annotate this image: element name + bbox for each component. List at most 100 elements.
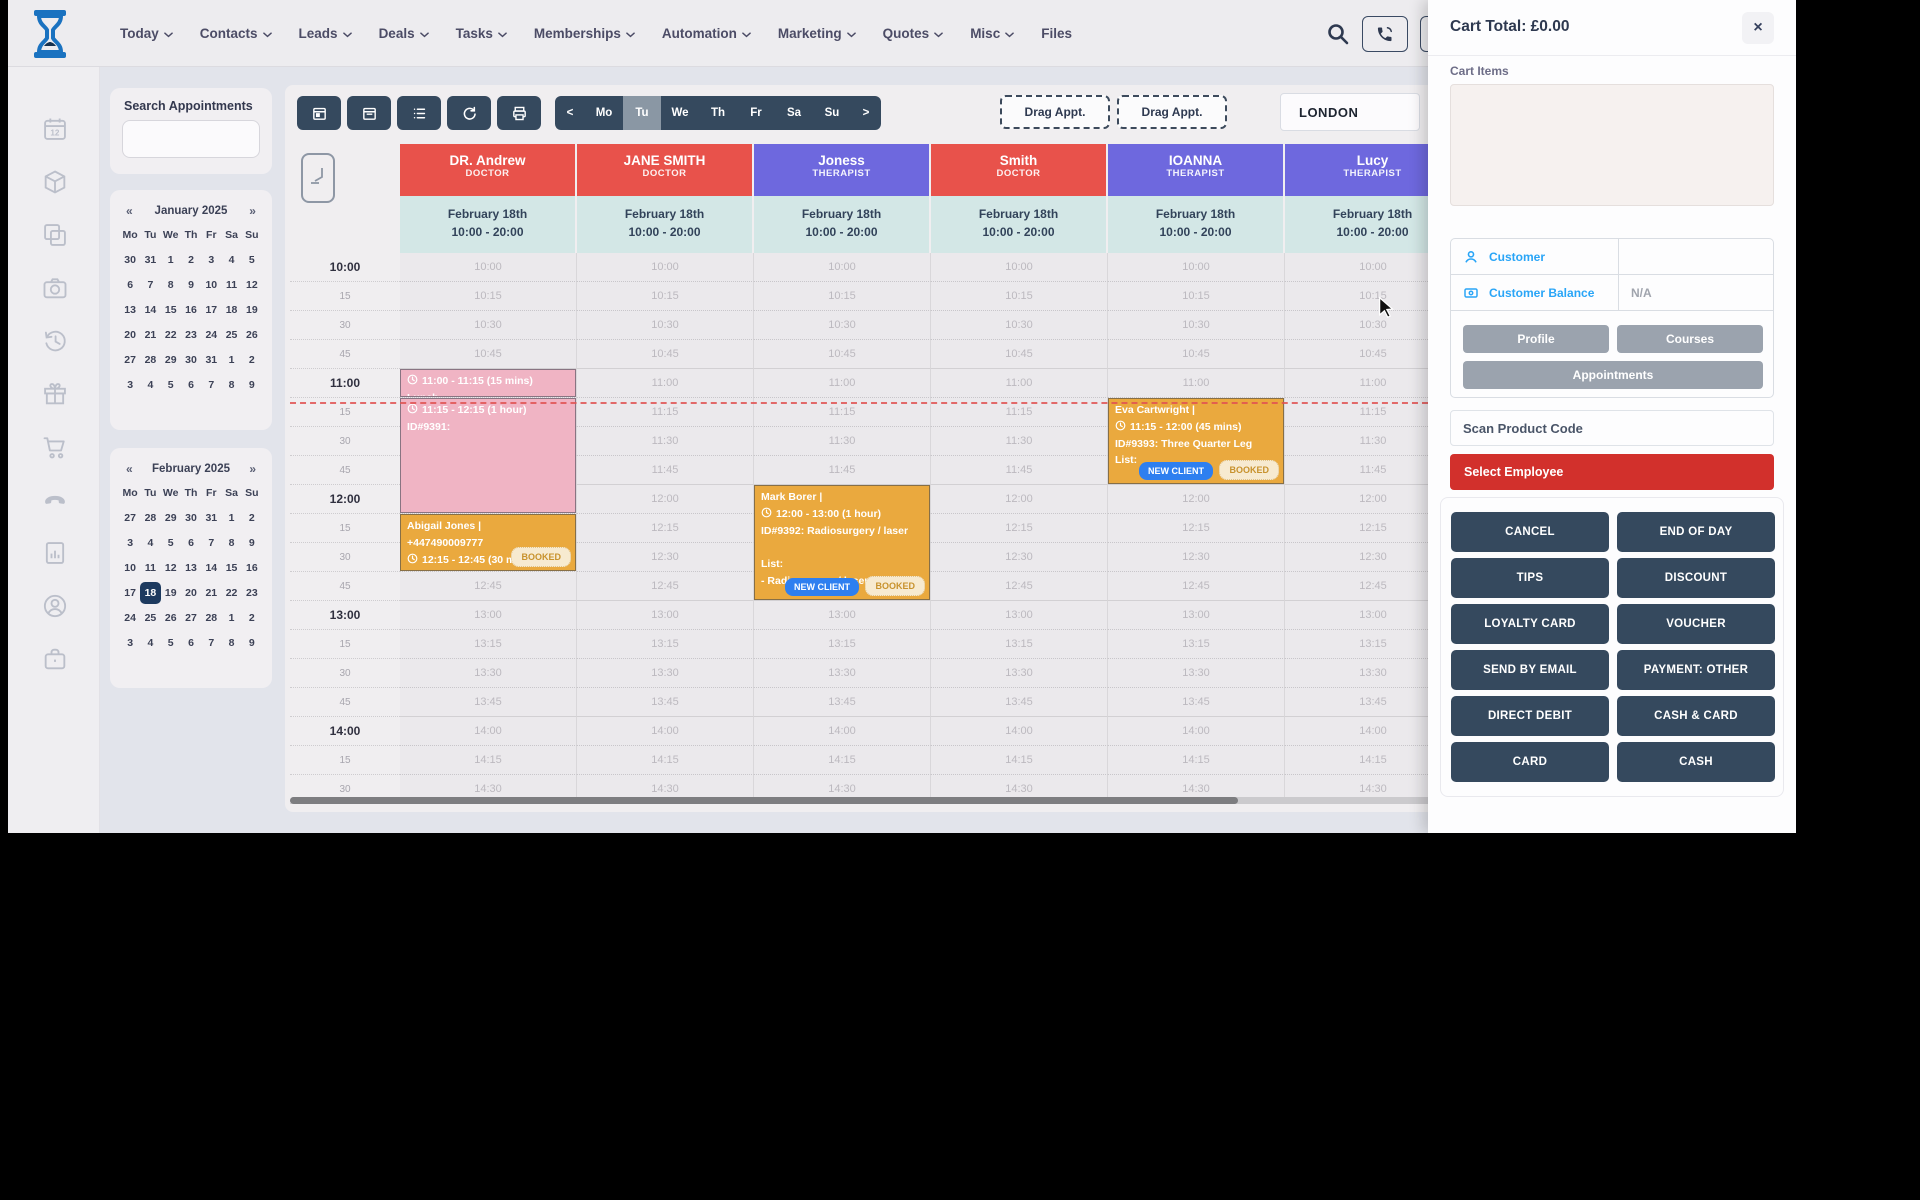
slot-smith-12-00[interactable]: 12:00 <box>931 485 1108 514</box>
calendar-day-3[interactable]: 3 <box>201 249 221 271</box>
slot-ioanna-13-00[interactable]: 13:00 <box>1108 601 1285 630</box>
calendar-day-3[interactable]: 3 <box>120 632 140 654</box>
slot-smith-11-45[interactable]: 11:45 <box>931 456 1108 485</box>
phone-call-button[interactable] <box>1362 16 1408 52</box>
next-month-icon[interactable]: » <box>249 462 256 476</box>
calendar-day-11[interactable]: 11 <box>221 274 241 296</box>
nav-item-contacts[interactable]: Contacts <box>200 26 272 41</box>
slot-lucy-10-30[interactable]: 10:30 <box>1285 311 1445 340</box>
calendar-day-15[interactable]: 15 <box>161 299 181 321</box>
sidebar-calendar-date-icon[interactable]: 12 <box>41 115 69 143</box>
calendar-day-12[interactable]: 12 <box>242 274 262 296</box>
calendar-day-28[interactable]: 28 <box>140 349 160 371</box>
calendar-day-7[interactable]: 7 <box>140 274 160 296</box>
calendar-day-20[interactable]: 20 <box>120 324 140 346</box>
calendar-day-17[interactable]: 17 <box>120 582 140 604</box>
slot-smith-10-00[interactable]: 10:00 <box>931 253 1108 282</box>
slot-jane-smith-10-00[interactable]: 10:00 <box>577 253 754 282</box>
slot-joness-14-15[interactable]: 14:15 <box>754 746 931 775</box>
slot-dr-andrew-13-30[interactable]: 13:30 <box>400 659 577 688</box>
appointment-4[interactable]: Mark Borer |12:00 - 13:00 (1 hour)ID#939… <box>754 485 930 600</box>
slot-jane-smith-12-15[interactable]: 12:15 <box>577 514 754 543</box>
nav-item-leads[interactable]: Leads <box>299 26 352 41</box>
slot-joness-10-30[interactable]: 10:30 <box>754 311 931 340</box>
slot-jane-smith-13-00[interactable]: 13:00 <box>577 601 754 630</box>
slot-smith-12-15[interactable]: 12:15 <box>931 514 1108 543</box>
slot-joness-13-30[interactable]: 13:30 <box>754 659 931 688</box>
sidebar-cart-icon[interactable] <box>41 433 69 461</box>
slot-ioanna-10-00[interactable]: 10:00 <box>1108 253 1285 282</box>
calendar-day-21[interactable]: 21 <box>201 582 221 604</box>
staff-column-lucy[interactable]: LucyTHERAPIST <box>1285 144 1445 196</box>
nav-item-quotes[interactable]: Quotes <box>883 26 944 41</box>
slot-jane-smith-14-00[interactable]: 14:00 <box>577 717 754 746</box>
slot-lucy-13-00[interactable]: 13:00 <box>1285 601 1445 630</box>
slot-dr-andrew-10-15[interactable]: 10:15 <box>400 282 577 311</box>
slot-smith-12-30[interactable]: 12:30 <box>931 543 1108 572</box>
sidebar-briefcase-icon[interactable] <box>41 645 69 673</box>
slot-ioanna-10-30[interactable]: 10:30 <box>1108 311 1285 340</box>
nav-item-marketing[interactable]: Marketing <box>778 26 856 41</box>
calendar-day-8[interactable]: 8 <box>161 274 181 296</box>
calendar-day-31[interactable]: 31 <box>201 507 221 529</box>
calendar-day-27[interactable]: 27 <box>120 349 140 371</box>
slot-joness-14-00[interactable]: 14:00 <box>754 717 931 746</box>
sidebar-handset2-icon[interactable] <box>41 486 69 514</box>
day-nav-mo[interactable]: Mo <box>585 96 623 130</box>
calendar-day-24[interactable]: 24 <box>120 607 140 629</box>
calendar-day-7[interactable]: 7 <box>201 374 221 396</box>
payment-button-loyalty-card[interactable]: LOYALTY CARD <box>1451 604 1609 644</box>
calendar-day-12[interactable]: 12 <box>161 557 181 579</box>
slot-dr-andrew-13-15[interactable]: 13:15 <box>400 630 577 659</box>
calendar-day-9[interactable]: 9 <box>242 532 262 554</box>
sidebar-package-icon[interactable] <box>41 168 69 196</box>
courses-button[interactable]: Courses <box>1617 325 1763 353</box>
slot-dr-andrew-10-30[interactable]: 10:30 <box>400 311 577 340</box>
calendar-day-28[interactable]: 28 <box>201 607 221 629</box>
sidebar-camera-icon[interactable] <box>41 274 69 302</box>
payment-button-cash[interactable]: CASH <box>1617 742 1775 782</box>
appointment-1[interactable]: 11:00 - 11:15 (15 mins)Lunch <box>400 369 576 397</box>
calendar-day-17[interactable]: 17 <box>201 299 221 321</box>
staff-column-ioanna[interactable]: IOANNATHERAPIST <box>1108 144 1285 196</box>
calendar-day-2[interactable]: 2 <box>242 607 262 629</box>
calendar-day-23[interactable]: 23 <box>181 324 201 346</box>
slot-smith-10-15[interactable]: 10:15 <box>931 282 1108 311</box>
slot-jane-smith-11-45[interactable]: 11:45 <box>577 456 754 485</box>
calendar-day-2[interactable]: 2 <box>242 349 262 371</box>
search-icon[interactable] <box>1326 22 1350 46</box>
slot-jane-smith-13-15[interactable]: 13:15 <box>577 630 754 659</box>
calendar-day-8[interactable]: 8 <box>221 532 241 554</box>
nav-item-memberships[interactable]: Memberships <box>534 26 635 41</box>
slot-dr-andrew-12-45[interactable]: 12:45 <box>400 572 577 601</box>
slot-smith-13-30[interactable]: 13:30 <box>931 659 1108 688</box>
slot-lucy-10-15[interactable]: 10:15 <box>1285 282 1445 311</box>
profile-button[interactable]: Profile <box>1463 325 1609 353</box>
calendar-day-6[interactable]: 6 <box>120 274 140 296</box>
payment-button-card[interactable]: CARD <box>1451 742 1609 782</box>
calendar-day-1[interactable]: 1 <box>221 607 241 629</box>
payment-button-tips[interactable]: TIPS <box>1451 558 1609 598</box>
location-select[interactable]: LONDON <box>1280 93 1420 131</box>
calendar-day-5[interactable]: 5 <box>161 374 181 396</box>
calendar-day-4[interactable]: 4 <box>140 532 160 554</box>
calendar-day-26[interactable]: 26 <box>242 324 262 346</box>
toolbar-calendar-day-icon[interactable] <box>297 96 341 130</box>
slot-smith-14-15[interactable]: 14:15 <box>931 746 1108 775</box>
staff-column-jane-smith[interactable]: JANE SMITHDOCTOR <box>577 144 754 196</box>
payment-button-end-of-day[interactable]: END OF DAY <box>1617 512 1775 552</box>
appointments-button[interactable]: Appointments <box>1463 361 1763 389</box>
slot-dr-andrew-14-00[interactable]: 14:00 <box>400 717 577 746</box>
slot-dr-andrew-13-45[interactable]: 13:45 <box>400 688 577 717</box>
calendar-day-2[interactable]: 2 <box>181 249 201 271</box>
select-employee-button[interactable]: Select Employee <box>1450 454 1774 490</box>
calendar-day-1[interactable]: 1 <box>221 349 241 371</box>
calendar-day-15[interactable]: 15 <box>221 557 241 579</box>
calendar-day-25[interactable]: 25 <box>221 324 241 346</box>
nav-item-misc[interactable]: Misc <box>970 26 1014 41</box>
slot-dr-andrew-10-00[interactable]: 10:00 <box>400 253 577 282</box>
calendar-day-4[interactable]: 4 <box>221 249 241 271</box>
calendar-day-7[interactable]: 7 <box>201 632 221 654</box>
staff-column-joness[interactable]: JonessTHERAPIST <box>754 144 931 196</box>
calendar-day-9[interactable]: 9 <box>242 632 262 654</box>
